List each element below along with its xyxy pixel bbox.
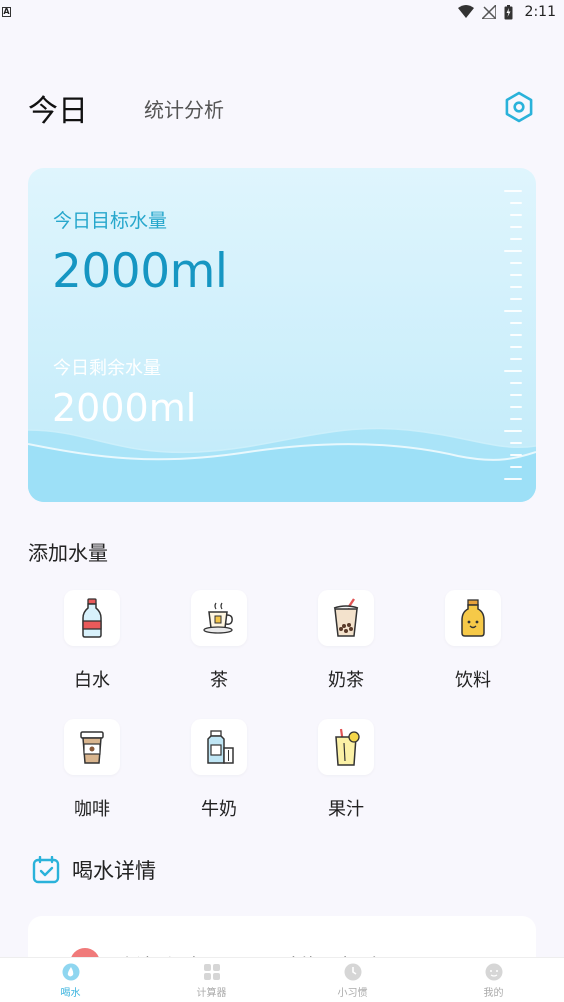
drink-label: 茶 [210, 670, 228, 691]
nav-label: 小习惯 [337, 987, 368, 999]
coffee-cup-icon [80, 731, 104, 764]
drink-icon-box [191, 590, 247, 646]
drink-tea[interactable]: 茶 [171, 590, 267, 692]
drink-icon-box [318, 590, 374, 646]
drink-milk[interactable]: 牛奶 [171, 719, 267, 821]
status-bar: A 2:11 [0, 0, 564, 24]
water-drop-icon [61, 962, 81, 982]
nav-calculator[interactable]: 计算器 [141, 962, 282, 999]
drink-label: 咖啡 [74, 799, 110, 820]
status-left: A [2, 7, 11, 17]
juice-bottle-icon [461, 599, 485, 637]
milk-tea-icon [333, 598, 359, 637]
nav-profile[interactable]: 我的 [423, 962, 564, 999]
add-water-title: 添加水量 [28, 541, 108, 565]
calendar-check-icon [32, 856, 60, 884]
settings-button[interactable] [502, 90, 536, 124]
nav-drink[interactable]: 喝水 [0, 962, 141, 999]
calculator-icon [202, 962, 222, 982]
drink-label: 果汁 [328, 799, 364, 820]
drink-label: 白水 [74, 670, 110, 691]
drink-milk-tea[interactable]: 奶茶 [298, 590, 394, 692]
drink-icon-box [318, 719, 374, 775]
target-label: 今日目标水量 [53, 210, 168, 232]
nav-label: 喝水 [60, 987, 81, 999]
battery-icon [504, 4, 513, 19]
no-signal-icon [481, 5, 496, 19]
drink-label: 奶茶 [328, 670, 364, 691]
target-value: 2000ml [52, 244, 228, 299]
milk-carton-icon [207, 730, 234, 764]
water-scale [502, 188, 522, 488]
drink-fruit-juice[interactable]: 果汁 [298, 719, 394, 821]
detail-header: 喝水详情 [32, 854, 156, 886]
status-time: 2:11 [524, 4, 556, 20]
water-bottle-icon [82, 598, 102, 638]
notification-a-icon: A [2, 7, 11, 17]
drink-label: 饮料 [455, 670, 491, 691]
nav-label: 我的 [483, 987, 504, 999]
fruit-juice-icon [335, 728, 360, 766]
face-icon [484, 962, 504, 982]
drink-water[interactable]: 白水 [44, 590, 140, 692]
nav-label: 计算器 [196, 987, 227, 999]
clock-icon [343, 962, 363, 982]
drink-icon-box [64, 719, 120, 775]
remaining-label: 今日剩余水量 [53, 358, 161, 379]
status-right: 2:11 [457, 4, 556, 20]
drink-icon-box [445, 590, 501, 646]
detail-title: 喝水详情 [72, 859, 156, 883]
hexagon-settings-icon [505, 91, 533, 123]
water-waves [28, 427, 536, 502]
tab-today[interactable]: 今日 [28, 86, 88, 130]
wifi-icon [457, 5, 474, 18]
tab-stats[interactable]: 统计分析 [144, 94, 224, 123]
drink-coffee[interactable]: 咖啡 [44, 719, 140, 821]
bottom-nav: 喝水 计算器 小习惯 我的 [0, 957, 564, 1002]
header: 今日 统计分析 [28, 86, 536, 130]
drink-icon-box [64, 590, 120, 646]
drink-beverage[interactable]: 饮料 [425, 590, 521, 692]
tea-cup-icon [203, 602, 233, 634]
drink-icon-box [191, 719, 247, 775]
water-target-card: 今日目标水量 2000ml 今日剩余水量 2000ml [28, 168, 536, 502]
nav-habits[interactable]: 小习惯 [282, 962, 423, 999]
drink-label: 牛奶 [201, 799, 237, 820]
